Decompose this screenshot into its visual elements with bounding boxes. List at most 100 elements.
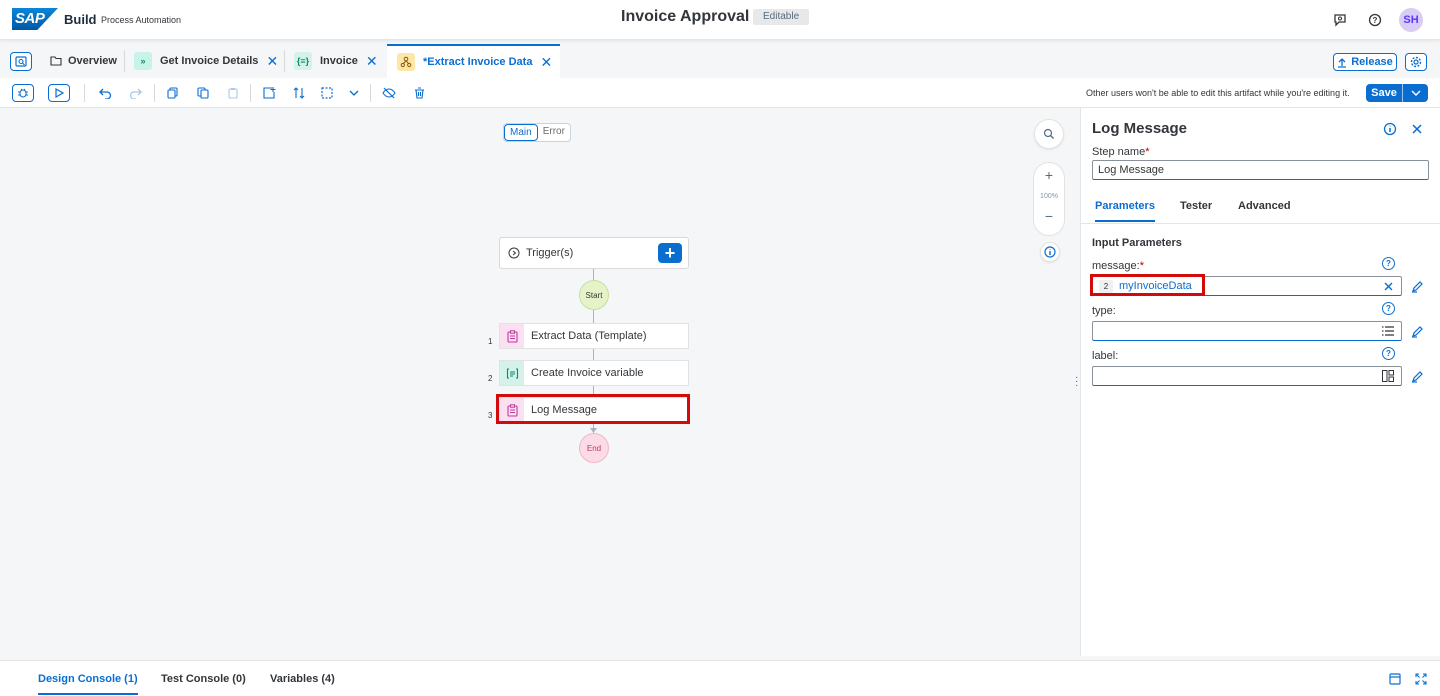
settings-button[interactable] xyxy=(1405,53,1427,71)
tab-design-console[interactable]: Design Console (1) xyxy=(38,673,138,695)
edit-expression-icon[interactable] xyxy=(1410,279,1424,293)
close-icon[interactable]: ✕ xyxy=(540,54,552,71)
explorer-button[interactable] xyxy=(10,52,32,71)
sort-icon xyxy=(293,87,305,99)
tab-tester[interactable]: Tester xyxy=(1180,200,1212,220)
redo-button[interactable] xyxy=(124,84,146,102)
list-icon[interactable] xyxy=(1381,324,1395,338)
selection-highlight xyxy=(496,394,690,424)
undo-button[interactable] xyxy=(94,84,116,102)
folder-icon xyxy=(49,52,63,70)
play-circle-icon xyxy=(508,247,520,259)
product-subtitle: Process Automation xyxy=(101,15,182,25)
step-create-invoice-variable[interactable]: Create Invoice variable xyxy=(499,360,689,386)
tab-parameters[interactable]: Parameters xyxy=(1095,200,1155,222)
step-name-input[interactable]: Log Message xyxy=(1092,160,1429,180)
paste-button[interactable] xyxy=(222,84,244,102)
chevron-down-icon xyxy=(349,90,359,96)
panel-tabs: Parameters Tester Advanced xyxy=(1081,196,1440,224)
add-trigger-button[interactable]: + xyxy=(658,243,682,263)
trash-icon xyxy=(414,87,424,99)
tab-extract-invoice-data[interactable]: *Extract Invoice Data ✕ xyxy=(387,44,561,78)
paste-icon xyxy=(228,88,238,99)
panel-layout-icon[interactable] xyxy=(1389,673,1401,688)
help-icon[interactable]: ? xyxy=(1366,11,1384,29)
search-button[interactable] xyxy=(1034,119,1064,149)
zoom-level: 100% xyxy=(1040,193,1058,200)
close-icon[interactable]: ✕ xyxy=(366,53,378,70)
editor-toolbar: Other users won't be able to edit this a… xyxy=(0,78,1440,108)
close-icon[interactable]: ✕ xyxy=(266,53,278,70)
tab-get-invoice-details[interactable]: » Get Invoice Details ✕ xyxy=(134,44,278,78)
edit-expression-icon[interactable] xyxy=(1410,324,1424,338)
toolbar-separator xyxy=(370,84,371,102)
status-badge: Editable xyxy=(753,9,810,25)
tab-advanced[interactable]: Advanced xyxy=(1238,200,1291,220)
edit-expression-icon[interactable] xyxy=(1410,369,1424,383)
tab-variables[interactable]: Variables (4) xyxy=(270,673,335,693)
copy-icon xyxy=(167,87,178,99)
trigger-node[interactable]: Trigger(s) + xyxy=(499,237,689,269)
duplicate-button[interactable] xyxy=(192,84,214,102)
chevron-down-icon xyxy=(1411,90,1420,96)
tab-invoice[interactable]: {≡} Invoice ✕ xyxy=(294,44,378,78)
sap-logo[interactable]: SAP xyxy=(12,8,58,30)
zoom-in-button[interactable]: + xyxy=(1034,167,1064,183)
tab-overview[interactable]: Overview xyxy=(49,44,117,78)
save-button[interactable]: Save xyxy=(1366,84,1428,102)
debug-button[interactable] xyxy=(12,84,34,102)
delete-button[interactable] xyxy=(408,84,430,102)
search-icon xyxy=(1043,128,1054,139)
upload-icon xyxy=(1338,57,1347,68)
step-number: 3 xyxy=(488,411,493,420)
console-bar: Design Console (1) Test Console (0) Vari… xyxy=(0,660,1440,696)
expand-icon[interactable] xyxy=(1415,673,1427,688)
tab-test-console[interactable]: Test Console (0) xyxy=(161,673,246,693)
select-button[interactable] xyxy=(316,84,338,102)
hide-button[interactable] xyxy=(378,84,400,102)
end-node[interactable]: End xyxy=(579,433,609,463)
step-label: Extract Data (Template) xyxy=(531,330,647,342)
decision-icon: » xyxy=(134,52,152,70)
info-button[interactable] xyxy=(1040,242,1060,262)
section-title: Input Parameters xyxy=(1092,237,1182,249)
product-name: Build xyxy=(64,12,97,27)
segment-error[interactable]: Error xyxy=(538,124,570,141)
start-node[interactable]: Start xyxy=(579,280,609,310)
label-field[interactable] xyxy=(1092,366,1402,386)
save-menu-button[interactable] xyxy=(1402,84,1428,102)
step-extract-data[interactable]: Extract Data (Template) xyxy=(499,323,689,349)
avatar[interactable]: SH xyxy=(1399,8,1423,32)
add-step-button[interactable] xyxy=(258,84,280,102)
segment-main[interactable]: Main xyxy=(504,124,538,141)
close-panel-icon[interactable] xyxy=(1411,123,1423,138)
info-icon[interactable] xyxy=(1383,122,1397,139)
run-button[interactable] xyxy=(48,84,70,102)
add-node-icon xyxy=(262,87,275,99)
sort-button[interactable] xyxy=(288,84,310,102)
gear-icon xyxy=(1410,56,1422,68)
select-dropdown[interactable] xyxy=(343,84,365,102)
release-button[interactable]: Release xyxy=(1333,53,1397,71)
value-help-icon[interactable] xyxy=(1381,369,1395,383)
tab-label: *Extract Invoice Data xyxy=(423,56,533,68)
help-icon[interactable]: ? xyxy=(1382,302,1395,315)
clear-icon[interactable] xyxy=(1381,279,1395,293)
bug-icon xyxy=(18,88,28,98)
panel-title: Log Message xyxy=(1092,120,1188,137)
panel-resize-handle[interactable]: · · · xyxy=(1075,373,1078,391)
shell-bar: SAP Build Process Automation Invoice App… xyxy=(0,0,1440,40)
hide-icon xyxy=(382,87,396,99)
connector-line xyxy=(593,349,594,360)
undo-icon xyxy=(98,88,111,99)
clipboard-icon xyxy=(500,324,524,348)
tab-label: Get Invoice Details xyxy=(160,55,259,67)
copy-button[interactable] xyxy=(162,84,184,102)
type-field[interactable] xyxy=(1092,321,1402,341)
help-icon[interactable]: ? xyxy=(1382,257,1395,270)
help-icon[interactable]: ? xyxy=(1382,347,1395,360)
data-type-icon: {≡} xyxy=(294,52,312,70)
process-canvas[interactable]: Main Error + 100% − Trigger(s) + Start 1… xyxy=(0,108,1080,656)
feedback-icon[interactable] xyxy=(1331,11,1349,29)
zoom-out-button[interactable]: − xyxy=(1034,208,1064,224)
